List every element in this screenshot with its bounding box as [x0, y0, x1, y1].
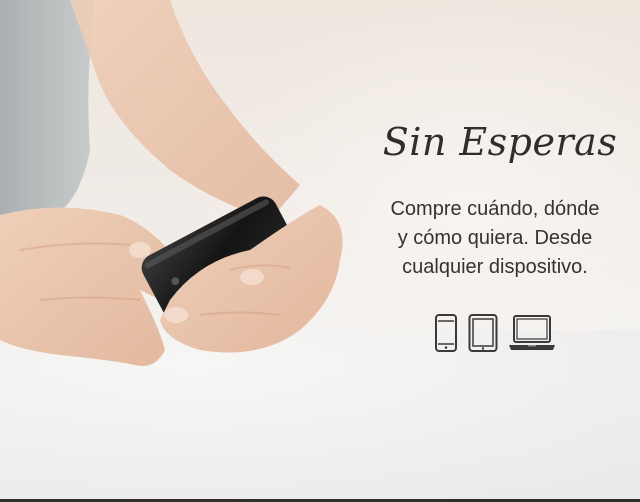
subtitle-line: Compre cuándo, dónde	[390, 198, 600, 220]
banner-subtitle: Compre cuándo, dónde y cómo quiera. Desd…	[355, 195, 635, 282]
laptop-icon	[509, 315, 555, 350]
tablet-icon	[468, 314, 498, 352]
subtitle-line: y cómo quiera. Desde	[397, 227, 593, 249]
promo-banner: Sin Esperas Compre cuándo, dónde y cómo …	[0, 0, 640, 502]
banner-title: Sin Esperas	[382, 120, 618, 164]
device-icons	[434, 312, 556, 352]
smartphone-icon	[435, 314, 457, 352]
subtitle-line: cualquier dispositivo.	[402, 256, 588, 278]
